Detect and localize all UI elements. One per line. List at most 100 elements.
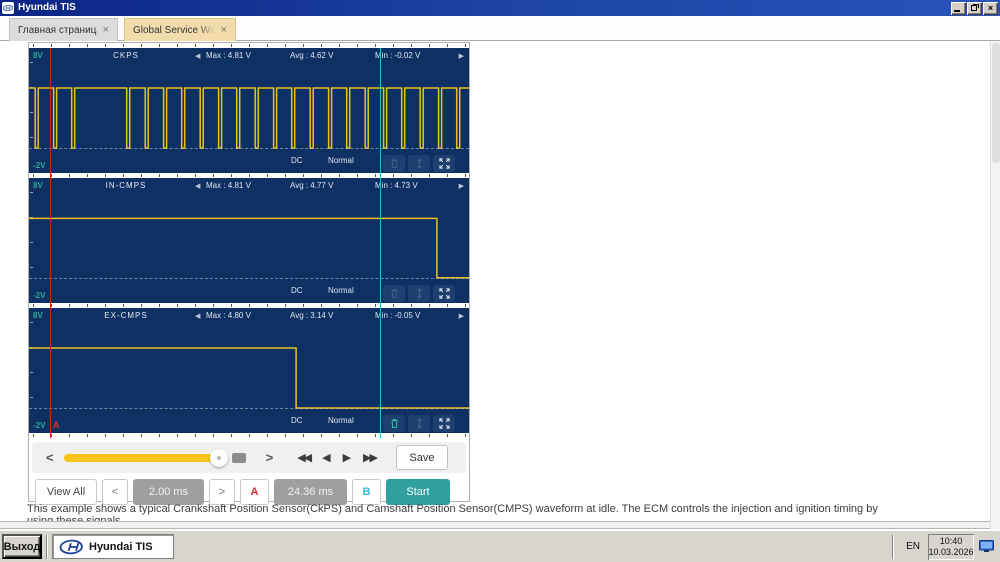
vertical-scale-icon[interactable] bbox=[408, 285, 430, 302]
slider-thumb[interactable] bbox=[210, 449, 228, 467]
scope-control-row: View All < 2.00 ms > A 24.36 ms B Start bbox=[35, 477, 466, 506]
max-value: Max : 4.81 V bbox=[206, 181, 251, 190]
tab-bar: Главная страница × Global Service Way - … bbox=[0, 16, 1000, 41]
save-button[interactable]: Save bbox=[396, 445, 448, 470]
tab-global-service-way[interactable]: Global Service Way - Te × bbox=[124, 18, 236, 41]
hyundai-logo-icon bbox=[58, 539, 84, 555]
bottom-voltage-label: -2V bbox=[33, 291, 45, 300]
next-stat-arrow-icon[interactable]: ▶ bbox=[459, 312, 464, 320]
prev-stat-arrow-icon[interactable]: ◀ bbox=[195, 182, 200, 190]
avg-value: Avg : 4.62 V bbox=[290, 51, 333, 60]
taskbar-item-label: Hyundai TIS bbox=[89, 541, 153, 553]
position-slider[interactable] bbox=[64, 448, 256, 468]
cursor-time-value[interactable]: 24.36 ms bbox=[274, 479, 347, 505]
vertical-scale-icon[interactable] bbox=[408, 155, 430, 172]
step-back-button[interactable]: ◀ bbox=[322, 451, 330, 464]
bottom-voltage-label: -2V bbox=[33, 421, 45, 430]
tab-label: Главная страница bbox=[18, 25, 97, 36]
taskbar-divider bbox=[892, 535, 894, 559]
hyundai-app-icon bbox=[2, 2, 14, 14]
app-window: Hyundai TIS × Главная страница × Global … bbox=[0, 0, 1000, 562]
scrollbar-thumb[interactable] bbox=[992, 43, 1000, 163]
playback-controls: ◀◀ ◀ ▶ ▶▶ bbox=[291, 451, 382, 464]
top-voltage-label: 8V bbox=[33, 311, 43, 320]
expand-icon[interactable] bbox=[433, 155, 455, 172]
top-voltage-label: 8V bbox=[33, 181, 43, 190]
time-per-div-value[interactable]: 2.00 ms bbox=[133, 479, 204, 505]
taskbar: Выход Hyundai TIS EN 10:40 10.03.2026 bbox=[0, 530, 1000, 562]
taskbar-divider bbox=[46, 535, 48, 559]
cursor-a-line[interactable] bbox=[50, 48, 51, 438]
scroll-transport-row: < > ◀◀ ◀ ▶ ▶▶ Save bbox=[32, 442, 466, 473]
zero-volt-line bbox=[29, 148, 469, 149]
slider-track-rest bbox=[232, 453, 246, 463]
display-tray-icon[interactable] bbox=[979, 540, 994, 553]
minimize-icon bbox=[954, 10, 960, 12]
view-all-button[interactable]: View All bbox=[35, 479, 97, 505]
tab-close-icon[interactable]: × bbox=[221, 24, 227, 36]
time-ruler bbox=[29, 433, 469, 438]
max-value: Max : 4.80 V bbox=[206, 311, 251, 320]
avg-value: Avg : 3.14 V bbox=[290, 311, 333, 320]
channel-title: IN-CMPS bbox=[91, 181, 161, 190]
cursor-a-button[interactable]: A bbox=[240, 479, 269, 505]
time-div-increase-button[interactable]: > bbox=[209, 479, 235, 505]
cursor-a-marker: A bbox=[53, 420, 60, 430]
vertical-scale-icon[interactable] bbox=[408, 415, 430, 432]
cursor-b-button[interactable]: B bbox=[352, 479, 381, 505]
clock-time: 10:40 bbox=[940, 536, 963, 547]
step-forward-button[interactable]: ▶ bbox=[343, 451, 351, 464]
prev-stat-arrow-icon[interactable]: ◀ bbox=[195, 52, 200, 60]
rewind-button[interactable]: ◀◀ bbox=[297, 451, 310, 464]
trigger-mode-label: Normal bbox=[328, 156, 354, 165]
trash-icon[interactable] bbox=[383, 285, 405, 302]
horizontal-scrollbar[interactable] bbox=[0, 521, 1000, 529]
minimize-button[interactable] bbox=[951, 2, 966, 15]
zero-volt-line bbox=[29, 408, 469, 409]
max-value: Max : 4.81 V bbox=[206, 51, 251, 60]
next-stat-arrow-icon[interactable]: ▶ bbox=[459, 182, 464, 190]
trigger-mode-label: Normal bbox=[328, 416, 354, 425]
prev-stat-arrow-icon[interactable]: ◀ bbox=[195, 312, 200, 320]
scope-channel-ex-cmps: 8V EX-CMPS ◀ Max : 4.80 V Avg : 3.14 V M… bbox=[29, 308, 469, 433]
exit-button[interactable]: Выход bbox=[2, 534, 42, 559]
start-button[interactable]: Start bbox=[386, 479, 450, 505]
slider-track-fill bbox=[64, 454, 216, 462]
scroll-right-button[interactable]: > bbox=[260, 450, 280, 465]
close-button[interactable]: × bbox=[983, 2, 998, 15]
expand-icon[interactable] bbox=[433, 285, 455, 302]
tab-close-icon[interactable]: × bbox=[103, 24, 109, 36]
channel-title: CKPS bbox=[91, 51, 161, 60]
scroll-left-button[interactable]: < bbox=[40, 450, 60, 465]
time-div-decrease-button[interactable]: < bbox=[102, 479, 128, 505]
cursor-b-line[interactable] bbox=[380, 48, 381, 438]
vertical-scrollbar[interactable] bbox=[990, 41, 1000, 529]
language-indicator[interactable]: EN bbox=[898, 541, 928, 552]
coupling-label: DC bbox=[291, 416, 303, 425]
min-value: Min : -0.05 V bbox=[375, 311, 420, 320]
tab-label: Global Service Way - Te bbox=[133, 25, 215, 36]
next-stat-arrow-icon[interactable]: ▶ bbox=[459, 52, 464, 60]
trash-icon[interactable] bbox=[383, 415, 405, 432]
channel-title: EX-CMPS bbox=[91, 311, 161, 320]
zero-volt-line bbox=[29, 278, 469, 279]
expand-icon[interactable] bbox=[433, 415, 455, 432]
window-title: Hyundai TIS bbox=[18, 0, 950, 16]
avg-value: Avg : 4.77 V bbox=[290, 181, 333, 190]
min-value: Min : 4.73 V bbox=[375, 181, 418, 190]
bottom-voltage-label: -2V bbox=[33, 161, 45, 170]
tab-home[interactable]: Главная страница × bbox=[9, 18, 118, 41]
taskbar-item-hyundai-tis[interactable]: Hyundai TIS bbox=[52, 534, 174, 559]
min-value: Min : -0.02 V bbox=[375, 51, 420, 60]
window-titlebar: Hyundai TIS × bbox=[0, 0, 1000, 16]
restore-button[interactable] bbox=[967, 2, 982, 15]
clock-date: 10.03.2026 bbox=[928, 547, 973, 558]
taskbar-clock[interactable]: 10:40 10.03.2026 bbox=[928, 534, 974, 560]
coupling-label: DC bbox=[291, 156, 303, 165]
fast-forward-button[interactable]: ▶▶ bbox=[363, 451, 376, 464]
oscilloscope-widget: 8V CKPS ◀ Max : 4.81 V Avg : 4.62 V Min … bbox=[28, 42, 470, 502]
coupling-label: DC bbox=[291, 286, 303, 295]
trash-icon[interactable] bbox=[383, 155, 405, 172]
close-icon: × bbox=[988, 3, 993, 14]
trigger-mode-label: Normal bbox=[328, 286, 354, 295]
